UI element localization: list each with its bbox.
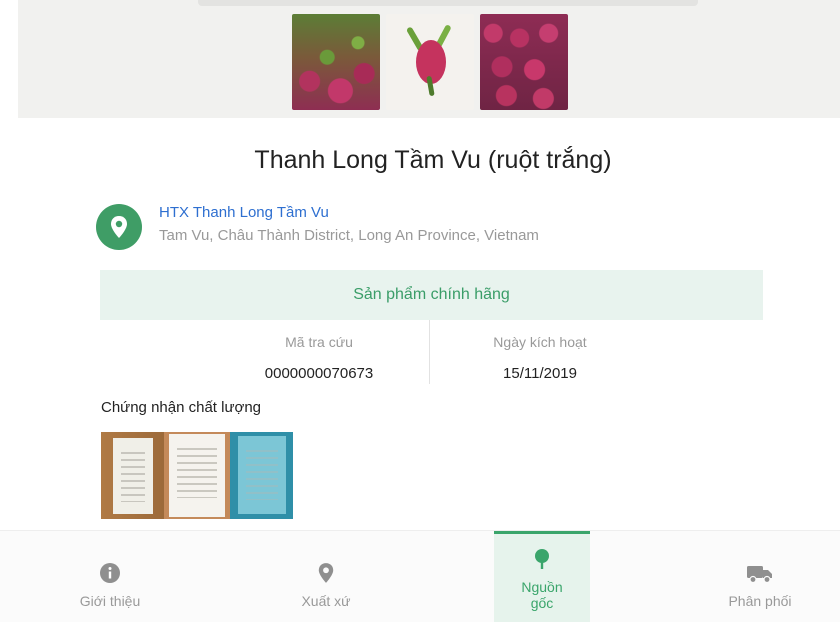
info-divider (429, 320, 430, 384)
authentic-product-label: Sản phẩm chính hãng (353, 286, 510, 303)
nav-tab-label: Giới thiệu (79, 593, 141, 609)
thumbnail-dragon-fruit-field[interactable] (292, 14, 380, 110)
nav-tab-distribution[interactable]: Phân phối (690, 531, 830, 622)
gallery-thumbnails (292, 14, 568, 110)
nav-tab-label: Nguồn gốc (521, 579, 563, 611)
producer-name-link[interactable]: HTX Thanh Long Tầm Vu (159, 204, 329, 221)
lookup-code-value: 0000000070673 (264, 365, 374, 382)
lookup-code-label: Mã tra cứu (285, 334, 353, 350)
producer-address: Tam Vu, Châu Thành District, Long An Pro… (159, 227, 539, 244)
info-icon (99, 562, 121, 589)
nav-tab-label: Phân phối (728, 593, 792, 609)
location-pin-icon (317, 562, 335, 589)
activation-date-value: 15/11/2019 (503, 365, 577, 382)
thumbnail-dragon-fruit-pile[interactable] (480, 14, 568, 110)
activation-date-label: Ngày kích hoạt (493, 334, 587, 350)
certificate-image[interactable] (101, 432, 164, 519)
truck-icon (746, 562, 774, 589)
nav-tab-origin[interactable]: Xuất xứ (256, 531, 396, 622)
product-gallery (18, 0, 840, 118)
certificate-image[interactable] (230, 432, 293, 519)
gallery-main-image-edge (198, 0, 698, 6)
certification-heading: Chứng nhận chất lượng (101, 399, 262, 416)
nav-tab-source[interactable]: Nguồn gốc (494, 531, 590, 622)
tree-icon (531, 548, 553, 575)
bottom-navigation: Giới thiệu Xuất xứ Nguồn gốc Phân phối (0, 530, 840, 622)
authentic-product-banner: Sản phẩm chính hãng (100, 270, 763, 320)
location-pin-icon (96, 204, 142, 250)
nav-tab-introduction[interactable]: Giới thiệu (40, 531, 180, 622)
thumbnail-dragon-fruit-single[interactable] (386, 14, 474, 110)
certificate-image[interactable] (164, 432, 230, 519)
product-title: Thanh Long Tầm Vu (ruột trắng) (254, 146, 612, 174)
nav-tab-label: Xuất xứ (301, 593, 351, 609)
certification-images (101, 432, 293, 519)
